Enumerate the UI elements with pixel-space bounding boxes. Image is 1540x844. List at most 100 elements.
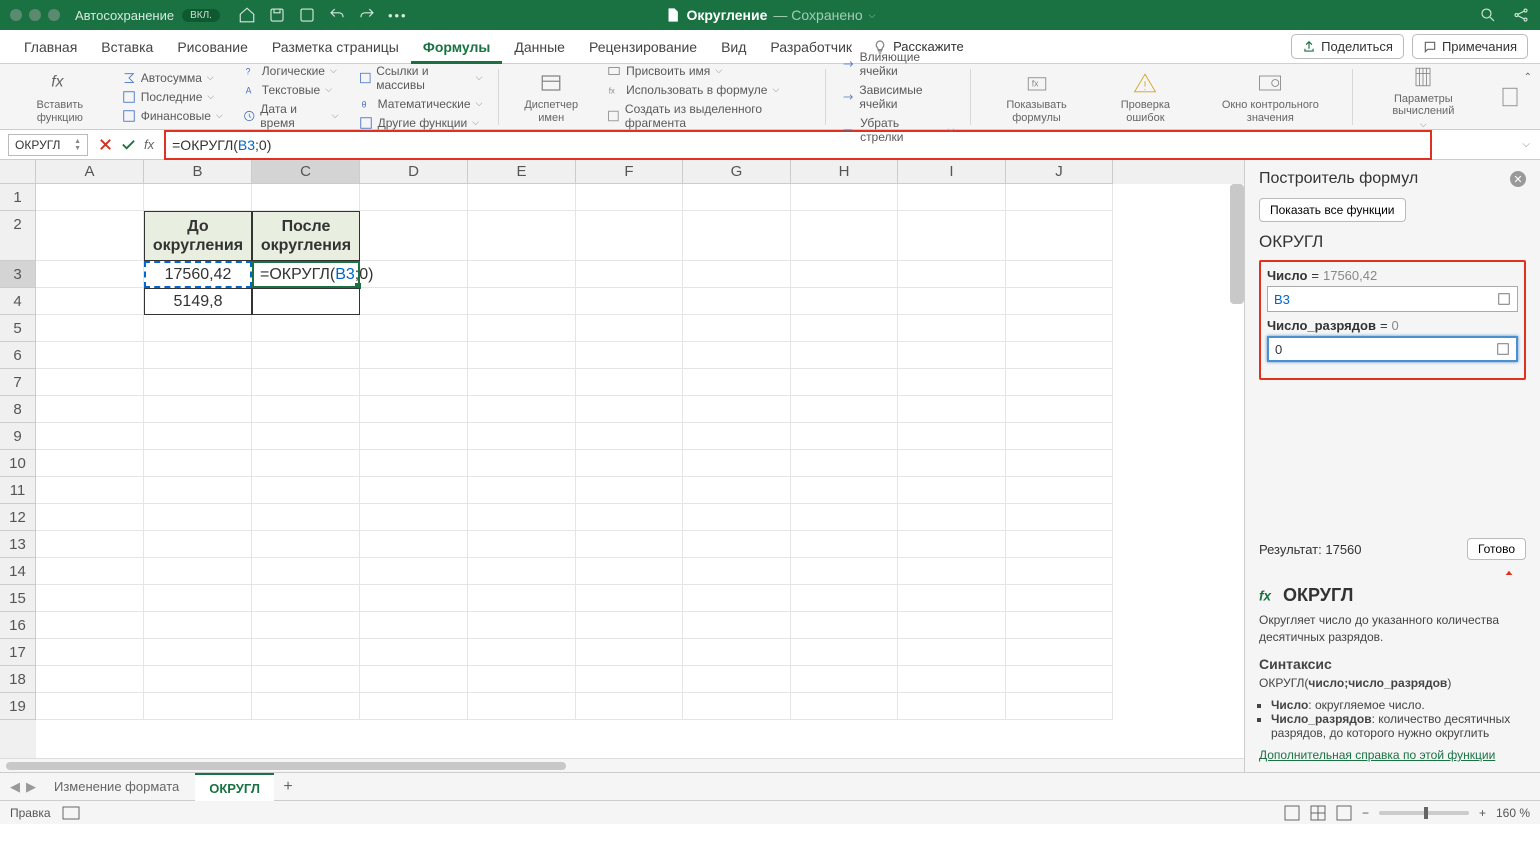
tab-prev-icon[interactable]: ◀: [8, 779, 22, 795]
logical-button[interactable]: ?Логические⌵: [239, 63, 343, 79]
undo-icon[interactable]: [328, 6, 346, 24]
zoom-level[interactable]: 160 %: [1496, 806, 1530, 820]
panel-close-button[interactable]: ✕: [1510, 171, 1526, 187]
row-header-6[interactable]: 6: [0, 342, 36, 369]
row-header-7[interactable]: 7: [0, 369, 36, 396]
error-check-button[interactable]: Проверка ошибок: [1098, 69, 1193, 123]
trace-precedents-button[interactable]: Влияющие ячейки: [838, 49, 959, 79]
tab-next-icon[interactable]: ▶: [24, 779, 38, 795]
accept-icon[interactable]: [121, 137, 136, 152]
row-header-19[interactable]: 19: [0, 693, 36, 720]
datetime-button[interactable]: Дата и время⌵: [239, 101, 343, 131]
col-header-I[interactable]: I: [898, 160, 1006, 184]
row-header-14[interactable]: 14: [0, 558, 36, 585]
col-header-C[interactable]: C: [252, 160, 360, 184]
view-layout-icon[interactable]: [1310, 805, 1326, 821]
share-button[interactable]: Поделиться: [1291, 34, 1404, 59]
zoom-in-button[interactable]: +: [1479, 806, 1486, 820]
row-header-15[interactable]: 15: [0, 585, 36, 612]
row-header-10[interactable]: 10: [0, 450, 36, 477]
arg-digits-input[interactable]: 0: [1267, 336, 1518, 362]
formula-input[interactable]: =ОКРУГЛ(B3;0): [164, 130, 1432, 160]
row-header-2[interactable]: 2: [0, 211, 36, 261]
window-controls[interactable]: [10, 9, 60, 21]
calc-now-button[interactable]: [1490, 83, 1530, 111]
watch-window-button[interactable]: Окно контрольного значения: [1197, 69, 1344, 123]
row-header-16[interactable]: 16: [0, 612, 36, 639]
select-all[interactable]: [0, 160, 36, 184]
row-header-8[interactable]: 8: [0, 396, 36, 423]
save-icon[interactable]: [268, 6, 286, 24]
text-button[interactable]: AТекстовые⌵: [239, 82, 343, 98]
add-sheet-button[interactable]: +: [276, 778, 300, 796]
create-from-selection-button[interactable]: Создать из выделенного фрагмента: [603, 101, 813, 131]
insert-function-button[interactable]: fx Вставить функцию: [10, 69, 110, 123]
autosave[interactable]: Автосохранение ВКЛ.: [75, 8, 220, 23]
remove-arrows-button[interactable]: Убрать стрелки⌵: [838, 115, 959, 145]
col-header-G[interactable]: G: [683, 160, 791, 184]
col-header-D[interactable]: D: [360, 160, 468, 184]
sheet-tab-1[interactable]: Изменение формата: [40, 773, 193, 801]
row-header-12[interactable]: 12: [0, 504, 36, 531]
show-formulas-button[interactable]: fx Показывать формулы: [979, 69, 1094, 123]
cell-C3[interactable]: =ОКРУГЛ(B3;0): [252, 261, 360, 288]
cell-B2[interactable]: Доокругления: [144, 211, 252, 261]
cancel-icon[interactable]: [98, 137, 113, 152]
range-select-icon[interactable]: [1497, 292, 1511, 306]
row-header-9[interactable]: 9: [0, 423, 36, 450]
col-header-J[interactable]: J: [1006, 160, 1113, 184]
tab-formulas[interactable]: Формулы: [411, 30, 503, 64]
autosave-toggle[interactable]: ВКЛ.: [182, 9, 220, 22]
col-header-E[interactable]: E: [468, 160, 576, 184]
col-header-B[interactable]: B: [144, 160, 252, 184]
lookup-button[interactable]: Ссылки и массивы⌵: [355, 63, 487, 93]
recent-button[interactable]: Последние⌵: [118, 89, 227, 105]
name-box[interactable]: ОКРУГЛ ▲▼: [8, 134, 88, 156]
cell-C4[interactable]: [252, 288, 360, 315]
calc-options-button[interactable]: Параметры вычислений⌵: [1361, 63, 1486, 130]
zoom-out-button[interactable]: −: [1362, 806, 1369, 820]
horizontal-scrollbar[interactable]: [0, 758, 1244, 772]
range-select-icon[interactable]: [1496, 342, 1510, 356]
col-header-F[interactable]: F: [576, 160, 683, 184]
tab-insert[interactable]: Вставка: [89, 30, 165, 64]
comments-button[interactable]: Примечания: [1412, 34, 1528, 59]
row-header-5[interactable]: 5: [0, 315, 36, 342]
row-header-3[interactable]: 3: [0, 261, 36, 288]
tab-data[interactable]: Данные: [502, 30, 577, 64]
row-header-13[interactable]: 13: [0, 531, 36, 558]
vertical-scrollbar[interactable]: [1230, 184, 1244, 304]
search-icon[interactable]: [1479, 6, 1497, 24]
row-header-11[interactable]: 11: [0, 477, 36, 504]
sheet-tab-2[interactable]: ОКРУГЛ: [195, 773, 274, 801]
cells-grid[interactable]: ДоокругленияПослеокругления17560,42=ОКРУ…: [36, 184, 1244, 758]
more-icon[interactable]: •••: [388, 8, 408, 23]
tab-view[interactable]: Вид: [709, 30, 758, 64]
row-header-4[interactable]: 4: [0, 288, 36, 315]
row-header-18[interactable]: 18: [0, 666, 36, 693]
col-header-A[interactable]: A: [36, 160, 144, 184]
fx-icon[interactable]: fx: [144, 137, 154, 152]
quicksave-icon[interactable]: [298, 6, 316, 24]
tab-home[interactable]: Главная: [12, 30, 89, 64]
show-all-functions-button[interactable]: Показать все функции: [1259, 198, 1406, 222]
ribbon-collapse-icon[interactable]: ⌃: [1524, 72, 1532, 83]
accessibility-icon[interactable]: [61, 805, 81, 821]
view-normal-icon[interactable]: [1284, 805, 1300, 821]
help-link[interactable]: Дополнительная справка по этой функции: [1259, 748, 1526, 762]
share-tb-icon[interactable]: [1512, 6, 1530, 24]
define-name-button[interactable]: Присвоить имя⌵: [603, 63, 813, 79]
use-in-formula-button[interactable]: fxИспользовать в формуле⌵: [603, 82, 813, 98]
name-manager-button[interactable]: Диспетчер имен: [507, 69, 595, 123]
home-icon[interactable]: [238, 6, 256, 24]
cell-B3[interactable]: 17560,42: [144, 261, 252, 288]
row-header-17[interactable]: 17: [0, 639, 36, 666]
view-pagebreak-icon[interactable]: [1336, 805, 1352, 821]
cell-C2[interactable]: Послеокругления: [252, 211, 360, 261]
tab-layout[interactable]: Разметка страницы: [260, 30, 411, 64]
financial-button[interactable]: Финансовые⌵: [118, 108, 227, 124]
expand-formula-icon[interactable]: ⌵: [1522, 139, 1530, 150]
done-button[interactable]: Готово: [1467, 538, 1526, 560]
tab-draw[interactable]: Рисование: [165, 30, 260, 64]
more-functions-button[interactable]: Другие функции⌵: [355, 115, 487, 131]
